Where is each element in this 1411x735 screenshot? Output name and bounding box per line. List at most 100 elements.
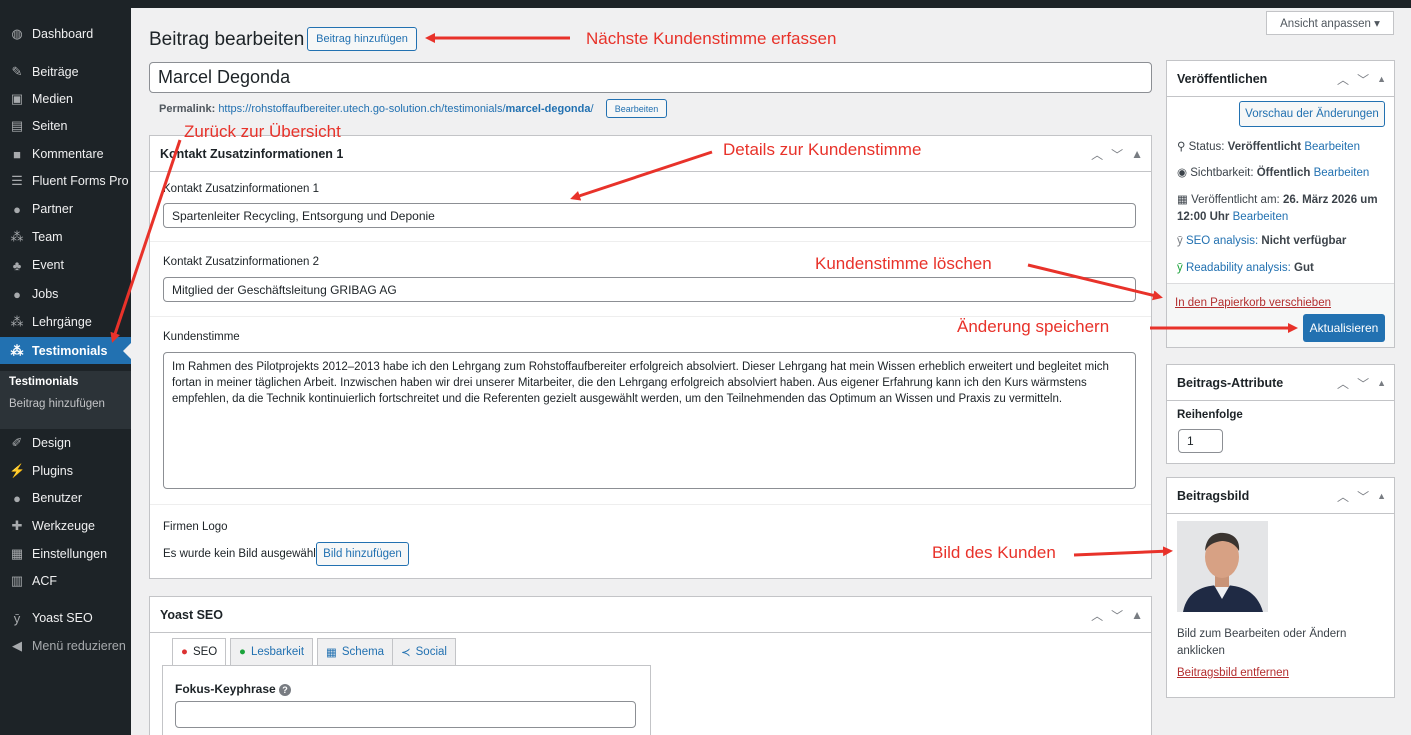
page-icon: ▤: [10, 118, 24, 133]
move-to-trash-link[interactable]: In den Papierkorb verschieben: [1175, 297, 1331, 309]
testimonial-textarea[interactable]: Im Rahmen des Pilotprojekts 2012–2013 ha…: [163, 352, 1136, 489]
yoast-icon: ȳ: [13, 610, 21, 626]
yoast-icon: ȳ: [1177, 262, 1183, 274]
sidebar-item-seiten[interactable]: ▤ Seiten: [0, 113, 131, 139]
sidebar-item-label: Werkzeuge: [32, 519, 95, 533]
testimonial-label: Kundenstimme: [163, 331, 240, 343]
screen-options-button[interactable]: Ansicht anpassen ▾: [1266, 11, 1394, 35]
keyphrase-label: Fokus-Keyphrase ?: [175, 682, 292, 696]
dashboard-icon: ◍: [11, 26, 23, 41]
chevron-down-icon[interactable]: ﹀: [1111, 607, 1123, 624]
featured-image[interactable]: [1177, 521, 1268, 612]
visibility-value: Öffentlich: [1256, 167, 1311, 179]
sidebar-item-event[interactable]: ♣ Event: [0, 252, 131, 278]
remove-featured-image-link[interactable]: Beitragsbild entfernen: [1177, 667, 1289, 679]
annotation-save: Änderung speichern: [957, 317, 1110, 336]
sidebar-item-yoast[interactable]: ȳ Yoast SEO: [0, 605, 131, 631]
sidebar-item-beitraege[interactable]: ✎ Beiträge: [0, 59, 131, 85]
tab-schema[interactable]: ▦ Schema: [317, 638, 394, 666]
tab-social[interactable]: ≺ Social: [392, 638, 456, 666]
visibility-edit-link[interactable]: Bearbeiten: [1314, 167, 1370, 179]
help-icon[interactable]: ?: [279, 684, 292, 696]
sidebar-item-label: Dashboard: [32, 27, 94, 41]
testimonials-submenu: Testimonials Beitrag hinzufügen: [0, 371, 131, 429]
permalink-end: /: [590, 103, 594, 115]
collapse-menu-button[interactable]: ◀ Menü reduzieren: [0, 633, 131, 659]
box-title: Yoast SEO: [160, 607, 223, 622]
group-icon: ⁂: [10, 342, 24, 358]
keyphrase-input[interactable]: [175, 701, 636, 728]
sidebar-item-werkzeuge[interactable]: ✚ Werkzeuge: [0, 513, 131, 539]
sidebar-item-team[interactable]: ⁂ Team: [0, 224, 131, 250]
order-input[interactable]: 1: [1178, 429, 1223, 453]
sidebar-item-einstellungen[interactable]: ▦ Einstellungen: [0, 541, 131, 567]
triangle-up-icon[interactable]: ▲: [1377, 74, 1386, 84]
preview-changes-button[interactable]: Vorschau der Änderungen: [1239, 101, 1385, 127]
share-icon: ≺: [401, 647, 411, 659]
annotation-image: Bild des Kunden: [932, 543, 1056, 562]
chevron-down-icon[interactable]: ﹀: [1357, 488, 1369, 505]
sidebar-item-kommentare[interactable]: ■ Kommentare: [0, 141, 131, 167]
triangle-up-icon[interactable]: ▲: [1377, 378, 1386, 388]
sidebar-item-dashboard[interactable]: ◍ Dashboard: [0, 21, 131, 47]
submenu-testimonials[interactable]: Testimonials: [9, 376, 78, 388]
sidebar-item-partner[interactable]: ● Partner: [0, 196, 131, 222]
chevron-down-icon[interactable]: ﹀: [1111, 146, 1123, 163]
submenu-add-post[interactable]: Beitrag hinzufügen: [9, 398, 105, 410]
order-label: Reihenfolge: [1177, 409, 1243, 421]
add-post-button[interactable]: Beitrag hinzufügen: [307, 27, 417, 51]
sidebar-item-jobs[interactable]: ● Jobs: [0, 281, 131, 307]
chevron-up-icon[interactable]: ︿: [1337, 375, 1349, 392]
sidebar-item-label: Beiträge: [32, 65, 79, 79]
acf-icon: ▥: [10, 573, 24, 588]
sidebar-item-label: Event: [32, 258, 64, 272]
yoast-icon: ȳ: [1177, 235, 1183, 247]
sidebar-item-plugins[interactable]: ⚡ Plugins: [0, 458, 131, 484]
chevron-up-icon[interactable]: ︿: [1091, 607, 1103, 624]
chevron-up-icon[interactable]: ︿: [1091, 146, 1103, 163]
sidebar-item-label: ACF: [32, 574, 57, 588]
settings-icon: ▦: [10, 546, 24, 561]
status-value: Veröffentlicht: [1227, 141, 1302, 153]
chevron-up-icon[interactable]: ︿: [1337, 71, 1349, 88]
chevron-down-icon[interactable]: ﹀: [1357, 375, 1369, 392]
triangle-up-icon[interactable]: ▲: [1131, 147, 1143, 161]
tab-label: Lesbarkeit: [250, 646, 305, 658]
tab-readability[interactable]: ● Lesbarkeit: [230, 638, 314, 666]
tab-seo[interactable]: ● SEO: [172, 638, 227, 666]
update-button[interactable]: Aktualisieren: [1303, 314, 1385, 342]
admin-sidebar: ◍ Dashboard ✎ Beiträge ▣ Medien ▤ Seiten ■ Ko…: [0, 8, 131, 735]
contact-info-box: Kontakt Zusatzinformationen 1 ︿ ﹀ ▲ Kontak…: [149, 135, 1152, 579]
sidebar-item-design[interactable]: ✐ Design: [0, 430, 131, 456]
field1-input[interactable]: Spartenleiter Recycling, Entsorgung und …: [163, 203, 1136, 228]
add-image-button[interactable]: Bild hinzufügen: [316, 542, 409, 566]
permalink-link[interactable]: https://rohstoffaufbereiter.utech.go-sol…: [218, 103, 593, 115]
sidebar-item-acf[interactable]: ▥ ACF: [0, 568, 131, 594]
status-edit-link[interactable]: Bearbeiten: [1304, 141, 1360, 153]
sidebar-item-fluent-forms[interactable]: ☰ Fluent Forms Pro: [0, 168, 131, 194]
published-edit-link[interactable]: Bearbeiten: [1233, 211, 1289, 223]
sidebar-item-testimonials[interactable]: ⁂ Testimonials: [0, 337, 131, 364]
sidebar-item-label: Kommentare: [32, 147, 104, 161]
divider: [150, 241, 1151, 242]
sidebar-item-label: Team: [32, 230, 63, 244]
readability-row: ȳ Readability analysis: Gut: [1177, 262, 1314, 274]
pin-icon: ✎: [11, 64, 23, 79]
triangle-up-icon[interactable]: ▲: [1131, 608, 1143, 622]
triangle-up-icon[interactable]: ▲: [1377, 491, 1386, 501]
divider: [150, 504, 1151, 505]
chevron-down-icon[interactable]: ﹀: [1357, 71, 1369, 88]
chevron-up-icon[interactable]: ︿: [1337, 488, 1349, 505]
logo-label: Firmen Logo: [163, 521, 228, 533]
post-title-input[interactable]: Marcel Degonda: [149, 62, 1152, 93]
sidebar-item-medien[interactable]: ▣ Medien: [0, 86, 131, 112]
sidebar-item-label: Partner: [32, 202, 73, 216]
readability-link[interactable]: Readability analysis:: [1186, 262, 1291, 274]
seo-analysis-link[interactable]: SEO analysis:: [1186, 235, 1258, 247]
permalink-edit-button[interactable]: Bearbeiten: [606, 99, 667, 118]
published-date: 26. März 2026 um: [1282, 194, 1378, 206]
sidebar-item-benutzer[interactable]: ● Benutzer: [0, 485, 131, 511]
field2-input[interactable]: Mitglied der Geschäftsleitung GRIBAG AG: [163, 277, 1136, 302]
permalink-base: https://rohstoffaufbereiter.utech.go-sol…: [218, 103, 506, 115]
sidebar-item-lehrgaenge[interactable]: ⁂ Lehrgänge: [0, 309, 131, 335]
